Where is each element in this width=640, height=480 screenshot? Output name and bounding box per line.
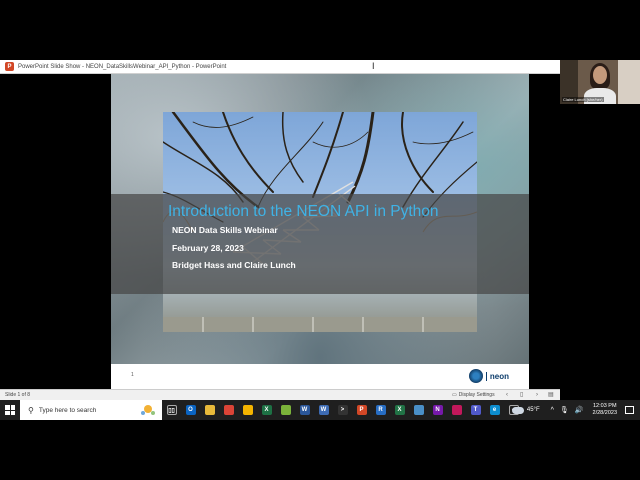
clock-date: 2/28/2023	[592, 410, 617, 416]
excel-file-icon[interactable]: X	[257, 400, 276, 420]
word-doc-icon-glyph: W	[318, 405, 329, 415]
onenote-icon[interactable]: N	[428, 400, 447, 420]
onenote-icon-glyph: N	[432, 405, 443, 415]
volume-icon[interactable]: 🔊	[575, 406, 584, 414]
powerpoint-icon-glyph: P	[356, 405, 367, 415]
snipping-icon[interactable]	[447, 400, 466, 420]
slide-footer: 1 neon	[111, 364, 529, 389]
powerpoint-window: P PowerPoint Slide Show - NEON_DataSkill…	[0, 60, 560, 400]
search-placeholder: Type here to search	[38, 406, 97, 414]
title-bar[interactable]: P PowerPoint Slide Show - NEON_DataSkill…	[0, 60, 560, 74]
weather-widget[interactable]: 45°F	[511, 406, 540, 414]
chrome-icon-glyph	[223, 405, 234, 415]
file-explorer-icon[interactable]	[200, 400, 219, 420]
chrome-icon[interactable]	[219, 400, 238, 420]
search-icon: ⚲	[28, 405, 34, 415]
system-tray: 45°F ^ 🎙 🔊 12:03 PM 2/28/2023	[511, 400, 640, 420]
windows-logo-icon	[5, 405, 15, 415]
participant-video[interactable]: Claire Lunch (she/her)	[560, 60, 640, 104]
powerpoint-app-icon: P	[5, 62, 14, 71]
task-view-icon-glyph: ▯▯	[166, 405, 177, 415]
desktop: P PowerPoint Slide Show - NEON_DataSkill…	[0, 0, 640, 480]
file-explorer-icon-glyph	[204, 405, 215, 415]
slide-title: Introduction to the NEON API in Python	[168, 203, 439, 220]
participant-name-label: Claire Lunch (she/her)	[562, 97, 604, 102]
chrome-profile-icon-glyph	[242, 405, 253, 415]
r-icon-glyph: R	[375, 405, 386, 415]
snipping-icon-glyph	[451, 405, 462, 415]
edge-icon-glyph: e	[489, 405, 500, 415]
teams-icon[interactable]: T	[466, 400, 485, 420]
slide-subtitle-presenters: Bridget Hass and Claire Lunch	[172, 260, 296, 270]
neon-logo-icon	[468, 369, 483, 383]
neon-logo: neon	[468, 369, 509, 383]
word-icon-glyph: W	[299, 405, 310, 415]
taskbar-search[interactable]: ⚲ Type here to search	[20, 400, 162, 420]
microphone-icon[interactable]: 🎙	[560, 406, 569, 414]
start-button[interactable]	[0, 400, 20, 420]
terminal-icon-glyph: >	[337, 405, 348, 415]
display-settings-button[interactable]: ▭ Display Settings	[452, 392, 495, 398]
color-app-icon[interactable]	[276, 400, 295, 420]
chevron-up-icon[interactable]: ^	[551, 407, 554, 414]
window-title: PowerPoint Slide Show - NEON_DataSkillsW…	[18, 63, 227, 70]
display-settings-label: Display Settings	[458, 392, 495, 398]
slide-indicator: Slide 1 of 8	[5, 392, 31, 398]
slide[interactable]: Introduction to the NEON API in Python N…	[111, 74, 529, 389]
excel-file-icon-glyph: X	[261, 405, 272, 415]
menu-icon[interactable]: ▤	[548, 391, 554, 399]
video-background-wall	[618, 60, 640, 104]
slide-area: Introduction to the NEON API in Python N…	[0, 74, 560, 389]
weather-temp: 45°F	[526, 407, 540, 413]
r-icon[interactable]: R	[371, 400, 390, 420]
text-cursor-icon: I	[372, 61, 375, 71]
app-icon[interactable]	[409, 400, 428, 420]
clock[interactable]: 12:03 PM 2/28/2023	[593, 403, 617, 417]
powerpoint-icon[interactable]: P	[352, 400, 371, 420]
slide-sorter-icon[interactable]: ▯	[520, 391, 523, 399]
slide-subtitle-series: NEON Data Skills Webinar	[172, 225, 278, 235]
monitor-icon: ▭	[452, 392, 457, 398]
teams-icon-glyph: T	[470, 405, 481, 415]
previous-slide-icon[interactable]: ‹	[506, 391, 508, 399]
edge-icon[interactable]: e	[485, 400, 504, 420]
cloud-icon	[511, 406, 524, 414]
slide-footer-number: 1	[131, 372, 134, 378]
notification-icon[interactable]	[625, 406, 634, 414]
participant-face	[593, 66, 607, 84]
chrome-profile-icon[interactable]	[238, 400, 257, 420]
search-highlight-icon	[141, 405, 155, 415]
excel-icon[interactable]: X	[390, 400, 409, 420]
taskbar-apps: ▯▯OXWW>PRXNTe▾	[162, 400, 523, 420]
status-bar: Slide 1 of 8 ▭ Display Settings ‹ ▯ › ▤	[0, 389, 560, 400]
next-slide-icon[interactable]: ›	[536, 391, 538, 399]
outlook-icon-glyph: O	[185, 405, 196, 415]
app-icon-glyph	[413, 405, 424, 415]
neon-logo-text: neon	[485, 371, 509, 381]
excel-icon-glyph: X	[394, 405, 405, 415]
slide-subtitle-date: February 28, 2023	[172, 243, 244, 253]
taskbar: ⚲ Type here to search ▯▯OXWW>PRXNTe▾ 45°…	[0, 400, 640, 420]
terminal-icon[interactable]: >	[333, 400, 352, 420]
word-icon[interactable]: W	[295, 400, 314, 420]
task-view-icon[interactable]: ▯▯	[162, 400, 181, 420]
color-app-icon-glyph	[280, 405, 291, 415]
clock-time: 12:03 PM	[592, 403, 617, 409]
word-doc-icon[interactable]: W	[314, 400, 333, 420]
outlook-icon[interactable]: O	[181, 400, 200, 420]
